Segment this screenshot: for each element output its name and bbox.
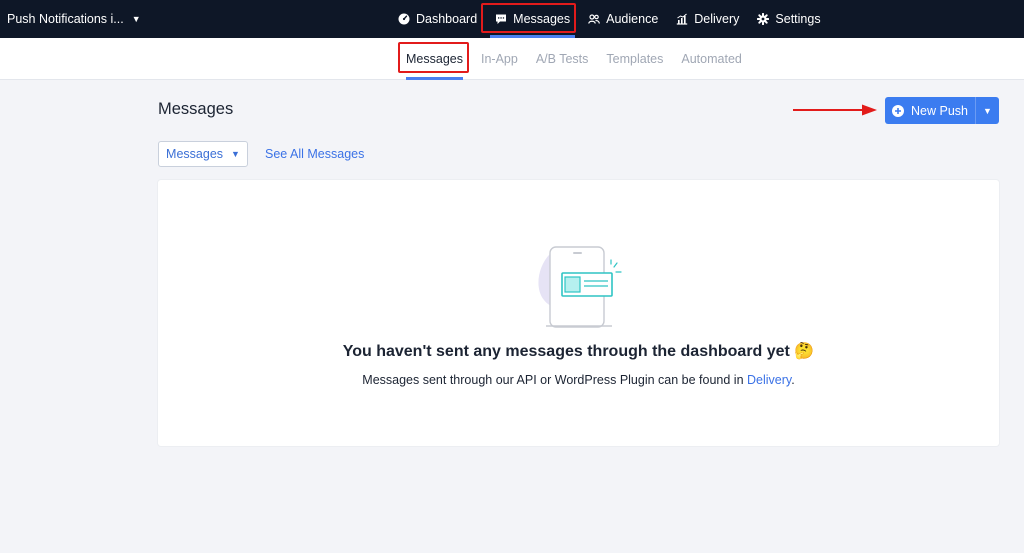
tab-label: Messages [406, 52, 463, 66]
sub-navigation-bar: Messages In-App A/B Tests Templates Auto… [0, 38, 1024, 80]
dashboard-gauge-icon [398, 13, 410, 25]
empty-state-card: You haven't sent any messages through th… [158, 180, 999, 446]
subtitle-text: Messages sent through our API or WordPre… [362, 373, 747, 387]
top-navigation-bar: Push Notifications i... ▼ Dashboard Mess… [0, 0, 1024, 38]
annotation-arrow-icon [793, 104, 877, 116]
message-type-dropdown[interactable]: Messages ▼ [158, 141, 248, 167]
new-push-button-group: New Push ▼ [885, 97, 999, 124]
tab-label: Automated [681, 52, 742, 66]
tab-automated[interactable]: Automated [672, 38, 750, 80]
message-bubble-icon [496, 14, 507, 24]
plus-circle-icon [892, 104, 904, 117]
phone-notification-illustration [538, 246, 622, 328]
nav-item-label: Settings [775, 12, 821, 26]
nav-item-label: Delivery [694, 12, 740, 26]
tab-templates[interactable]: Templates [597, 38, 672, 80]
gear-icon [757, 13, 770, 25]
tab-in-app[interactable]: In-App [472, 38, 527, 80]
page-title: Messages [158, 100, 234, 118]
tab-label: A/B Tests [535, 52, 589, 66]
dropdown-value: Messages [166, 147, 224, 161]
new-push-button[interactable]: New Push [885, 97, 975, 124]
tab-label: Templates [606, 52, 664, 66]
nav-item-settings[interactable]: Settings [748, 0, 829, 38]
empty-state-subtitle: Messages sent through our API or WordPre… [158, 373, 999, 387]
empty-state-title: You haven't sent any messages through th… [158, 341, 999, 361]
nav-item-label: Audience [606, 12, 659, 26]
tab-label: In-App [480, 52, 518, 66]
main-nav: Dashboard Messages Audience Delivery Set… [389, 0, 830, 38]
nav-item-dashboard[interactable]: Dashboard [389, 0, 486, 38]
new-push-dropdown-toggle[interactable]: ▼ [975, 97, 999, 124]
bar-chart-icon [677, 13, 688, 25]
delivery-link[interactable]: Delivery [747, 373, 791, 387]
nav-item-label: Dashboard [416, 12, 478, 26]
subnav-tabs: Messages In-App A/B Tests Templates Auto… [397, 38, 751, 80]
app-name: Push Notifications i... [7, 12, 124, 26]
nav-item-audience[interactable]: Audience [579, 0, 667, 38]
caret-down-icon: ▼ [983, 105, 992, 116]
nav-item-label: Messages [513, 12, 571, 26]
see-all-messages-link[interactable]: See All Messages [265, 147, 364, 161]
caret-down-icon: ▼ [231, 149, 240, 159]
users-icon [588, 14, 601, 24]
tab-ab-tests[interactable]: A/B Tests [527, 38, 598, 80]
subtitle-period: . [791, 373, 795, 387]
caret-down-icon: ▼ [131, 14, 141, 24]
tab-messages[interactable]: Messages [397, 38, 472, 80]
thinking-face-emoji-icon: 🤔 [794, 343, 815, 360]
app-switcher[interactable]: Push Notifications i... ▼ [7, 0, 141, 38]
empty-state-title-text: You haven't sent any messages through th… [342, 343, 790, 360]
nav-item-messages[interactable]: Messages [486, 0, 579, 38]
new-push-label: New Push [911, 103, 968, 118]
active-tab-indicator [406, 77, 463, 80]
nav-item-delivery[interactable]: Delivery [667, 0, 748, 38]
